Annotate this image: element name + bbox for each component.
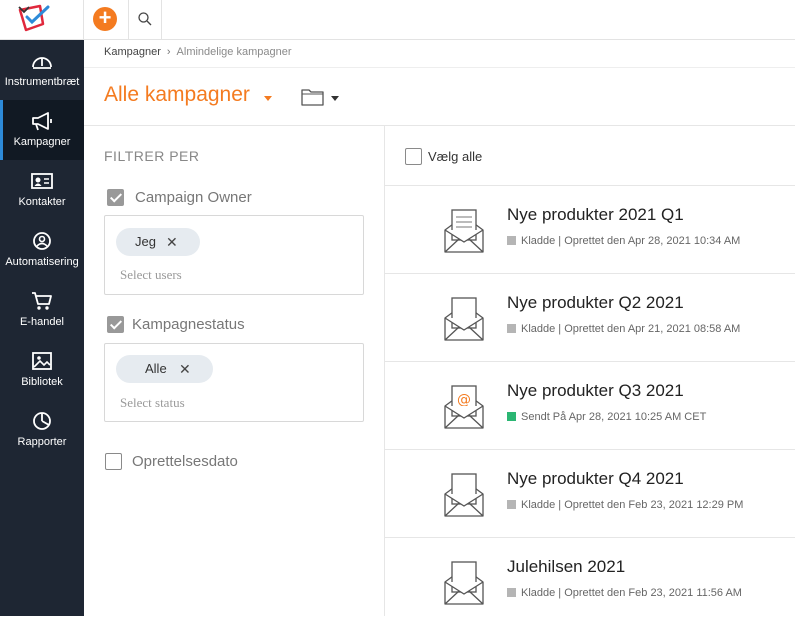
- sidebar-item-label: Instrumentbræt: [4, 76, 80, 88]
- automation-icon: [33, 232, 51, 250]
- campaign-name[interactable]: Nye produkter Q2 2021: [507, 293, 684, 313]
- caret-down-icon[interactable]: [264, 96, 272, 101]
- campaign-name[interactable]: Nye produkter Q3 2021: [507, 381, 684, 401]
- cart-icon: [32, 292, 52, 310]
- sidebar-item-library[interactable]: Bibliotek: [0, 340, 84, 400]
- sidebar-item-label: Rapporter: [17, 436, 67, 448]
- sidebar: Instrumentbræt Kampagner Kontakter Autom…: [0, 40, 84, 616]
- breadcrumb-current: Almindelige kampagner: [176, 46, 292, 58]
- gauge-icon: [32, 57, 52, 69]
- campaign-meta: Kladde | Oprettet den Feb 23, 2021 12:29…: [507, 499, 743, 511]
- status-dot: [507, 588, 516, 597]
- campaign-meta-text: Kladde | Oprettet den Apr 21, 2021 08:58…: [521, 323, 741, 335]
- status-chip: Alle ✕: [116, 355, 213, 383]
- breadcrumb: Kampagner › Almindelige kampagner: [104, 46, 292, 58]
- pie-chart-icon: [33, 412, 51, 430]
- chip-label: Jeg: [135, 234, 156, 249]
- sidebar-item-label: E-handel: [19, 316, 65, 328]
- page-title[interactable]: Alle kampagner: [104, 83, 250, 107]
- campaign-row[interactable]: Nye produkter 2021 Q1 Kladde | Oprettet …: [385, 186, 795, 274]
- campaign-meta-text: Kladde | Oprettet den Feb 23, 2021 12:29…: [521, 499, 744, 511]
- search-icon: [138, 12, 152, 26]
- sidebar-item-campaigns[interactable]: Kampagner: [0, 100, 84, 160]
- envelope-icon: [444, 561, 484, 605]
- status-filter-box[interactable]: Alle ✕ Select status: [104, 343, 364, 422]
- campaign-meta-text: Kladde | Oprettet den Feb 23, 2021 11:56…: [521, 587, 742, 599]
- gallery-icon: [32, 352, 52, 370]
- envelope-at-icon: @: [444, 385, 484, 429]
- status-dot: [507, 500, 516, 509]
- campaign-meta-text: Kladde | Oprettet den Apr 28, 2021 10:34…: [521, 235, 741, 247]
- divider: [84, 125, 795, 126]
- campaign-name[interactable]: Nye produkter 2021 Q1: [507, 205, 684, 225]
- campaign-row[interactable]: Julehilsen 2021 Kladde | Oprettet den Fe…: [385, 538, 795, 626]
- search-button[interactable]: [128, 0, 162, 39]
- owner-filter-box[interactable]: Jeg ✕ Select users: [104, 215, 364, 295]
- envelope-letter-icon: [444, 209, 484, 253]
- sidebar-item-automation[interactable]: Automatisering: [0, 220, 84, 280]
- status-checkbox[interactable]: [107, 316, 124, 333]
- svg-text:@: @: [457, 392, 471, 408]
- chip-label: Alle: [145, 361, 167, 376]
- select-all-label: Vælg alle: [428, 149, 483, 164]
- sidebar-item-ecommerce[interactable]: E-handel: [0, 280, 84, 340]
- envelope-icon: [444, 473, 484, 517]
- campaign-meta: Kladde | Oprettet den Apr 21, 2021 08:58…: [507, 323, 740, 335]
- sidebar-item-contacts[interactable]: Kontakter: [0, 160, 84, 220]
- campaign-row[interactable]: @ Nye produkter Q3 2021 Sendt På Apr 28,…: [385, 362, 795, 450]
- status-dot: [507, 324, 516, 333]
- status-label: Kampagnestatus: [132, 316, 245, 333]
- sidebar-item-label: Automatisering: [5, 256, 79, 268]
- campaign-row[interactable]: Nye produkter Q4 2021 Kladde | Oprettet …: [385, 450, 795, 538]
- divider: [84, 67, 795, 68]
- created-date-checkbox[interactable]: [105, 453, 122, 470]
- status-dot: [507, 236, 516, 245]
- app-switcher[interactable]: [0, 0, 84, 39]
- sidebar-item-dashboard[interactable]: Instrumentbræt: [0, 40, 84, 100]
- owner-chip: Jeg ✕: [116, 228, 200, 256]
- contact-card-icon: [31, 173, 53, 189]
- select-users-input[interactable]: Select users: [120, 267, 182, 283]
- breadcrumb-root[interactable]: Kampagner: [104, 46, 161, 58]
- add-button[interactable]: +: [93, 7, 117, 31]
- filter-heading: FILTRER PER: [104, 148, 200, 164]
- close-icon[interactable]: ✕: [179, 355, 191, 383]
- campaign-owner-label: Campaign Owner: [135, 189, 252, 206]
- top-bar: +: [0, 0, 795, 40]
- campaign-owner-checkbox[interactable]: [107, 189, 124, 206]
- select-all-checkbox[interactable]: [405, 148, 422, 165]
- status-dot: [507, 412, 516, 421]
- created-date-label: Oprettelsesdato: [132, 453, 238, 470]
- campaign-meta-text: Sendt På Apr 28, 2021 10:25 AM CET: [521, 411, 707, 423]
- chevron-down-icon: [18, 6, 30, 14]
- folder-icon[interactable]: [301, 88, 325, 106]
- campaign-meta: Kladde | Oprettet den Feb 23, 2021 11:56…: [507, 587, 742, 599]
- sidebar-item-label: Bibliotek: [21, 376, 63, 388]
- caret-down-icon[interactable]: [331, 96, 339, 101]
- campaign-meta: Kladde | Oprettet den Apr 28, 2021 10:34…: [507, 235, 740, 247]
- envelope-icon: [444, 297, 484, 341]
- campaign-meta: Sendt På Apr 28, 2021 10:25 AM CET: [507, 411, 706, 423]
- select-status-input[interactable]: Select status: [120, 395, 185, 411]
- close-icon[interactable]: ✕: [166, 228, 178, 256]
- sidebar-item-reports[interactable]: Rapporter: [0, 400, 84, 460]
- megaphone-icon: [32, 112, 52, 131]
- campaign-name[interactable]: Julehilsen 2021: [507, 557, 625, 577]
- campaign-row[interactable]: Nye produkter Q2 2021 Kladde | Oprettet …: [385, 274, 795, 362]
- sidebar-item-label: Kontakter: [18, 196, 66, 208]
- breadcrumb-separator: ›: [166, 46, 171, 58]
- campaign-name[interactable]: Nye produkter Q4 2021: [507, 469, 684, 489]
- sidebar-item-label: Kampagner: [13, 136, 71, 148]
